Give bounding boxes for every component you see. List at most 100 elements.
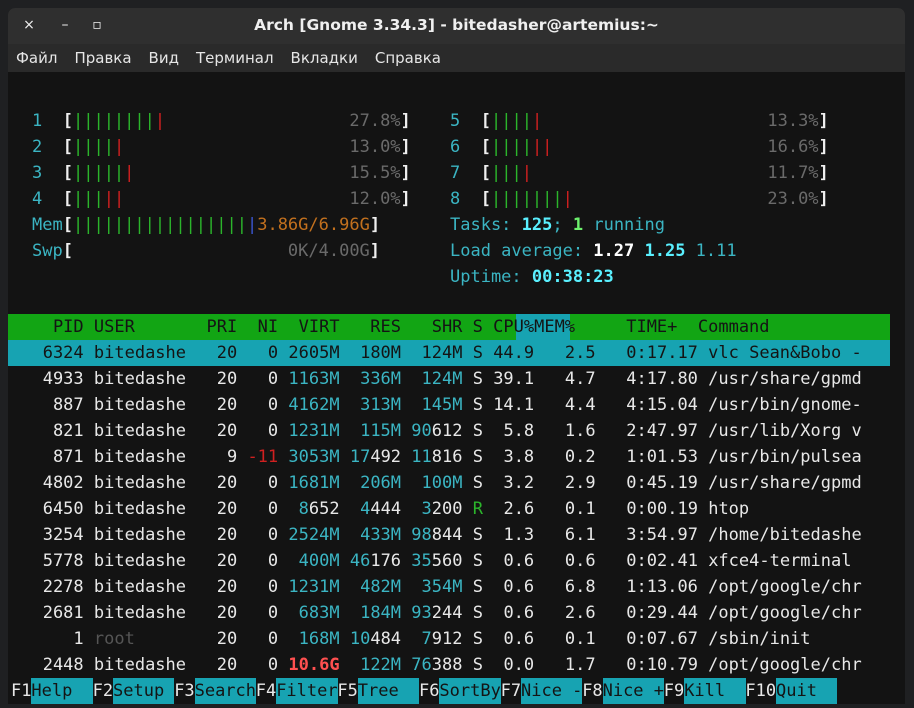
column-header-mem[interactable]: MEM% bbox=[534, 317, 575, 337]
mem-cell: 2.5 bbox=[534, 343, 596, 363]
menu-tabs[interactable]: Вкладки bbox=[291, 49, 358, 67]
menu-help[interactable]: Справка bbox=[375, 49, 441, 67]
ni-cell: 0 bbox=[237, 343, 279, 363]
ni-cell: 0 bbox=[237, 473, 279, 493]
load-15: 1.11 bbox=[695, 241, 737, 261]
res-cell-high: 10 bbox=[349, 629, 371, 649]
cpu-meter: 1 [||||||||| 27.8%] bbox=[32, 108, 411, 134]
table-row[interactable]: 1 root 20 0 168M 10484 7912 S 0.6 0.1 0:… bbox=[12, 626, 811, 652]
title-bar[interactable]: × – ▫ Arch [Gnome 3.34.3] - bitedasher@a… bbox=[8, 8, 905, 44]
fkey-button-sortby[interactable]: SortBy bbox=[439, 678, 501, 704]
res-cell-low: 444 bbox=[370, 499, 402, 519]
fkey-button-quit[interactable]: Quit bbox=[776, 678, 838, 704]
cpu-id: 2 bbox=[32, 137, 43, 157]
user-cell: bitedashe bbox=[83, 395, 197, 415]
column-header-virt[interactable]: VIRT bbox=[278, 317, 340, 337]
mem-cell: 1.7 bbox=[534, 655, 596, 675]
cpu-cell: 0.6 bbox=[482, 551, 535, 571]
cpu-bar-red: | bbox=[531, 111, 543, 131]
user-cell: bitedashe bbox=[83, 655, 197, 675]
column-header-pri[interactable]: PRI bbox=[196, 317, 237, 337]
state-cell: S bbox=[462, 551, 483, 571]
table-row[interactable]: 6324 bitedashe 20 0 2605M 180M 124M S 44… bbox=[12, 340, 862, 366]
state-cell: S bbox=[462, 395, 483, 415]
ni-cell: 0 bbox=[237, 421, 279, 441]
virt-cell: 1681M bbox=[288, 473, 340, 493]
virt-cell: 3053M bbox=[288, 447, 340, 467]
pri-cell: 20 bbox=[196, 577, 238, 597]
meter-bracket: [ bbox=[62, 137, 73, 157]
fkey-button-search[interactable]: Search bbox=[194, 678, 257, 704]
cpu-cell: 0.6 bbox=[482, 577, 535, 597]
state-cell: S bbox=[462, 655, 483, 675]
table-row[interactable]: 4802 bitedashe 20 0 1681M 206M 100M S 3.… bbox=[12, 470, 862, 496]
menu-edit[interactable]: Правка bbox=[74, 49, 131, 67]
fkey-button-kill[interactable]: Kill bbox=[684, 678, 746, 704]
table-row[interactable]: 887 bitedashe 20 0 4162M 313M 145M S 14.… bbox=[12, 392, 862, 418]
ni-cell: -11 bbox=[237, 447, 279, 467]
fkey-button-nice[interactable]: Nice - bbox=[521, 678, 583, 704]
uptime-label: Uptime: bbox=[450, 267, 532, 287]
mem-value: 3.86G/6.96G bbox=[257, 215, 370, 235]
column-header-s[interactable]: S bbox=[462, 317, 483, 337]
table-row[interactable]: 6450 bitedashe 20 0 8652 4444 3200 R 2.6… bbox=[12, 496, 749, 522]
load-1: 1.27 bbox=[593, 241, 645, 261]
shr-cell-high: 11 bbox=[411, 447, 432, 467]
time-cell: 0:17.17 bbox=[595, 343, 698, 363]
cpu-bar-red: | bbox=[113, 137, 125, 157]
table-row[interactable]: 821 bitedashe 20 0 1231M 115M 90612 S 5.… bbox=[12, 418, 862, 444]
shr-cell-high: 98 bbox=[411, 525, 432, 545]
mem-bar-green: ||||||||||||||||| bbox=[72, 215, 247, 235]
fkey-button-tree[interactable]: Tree bbox=[357, 678, 420, 704]
column-header-ni[interactable]: NI bbox=[237, 317, 278, 337]
column-header-user[interactable]: USER bbox=[84, 317, 197, 337]
table-row[interactable]: 871 bitedashe 9 -11 3053M 17492 11816 S … bbox=[12, 444, 862, 470]
pri-cell: 20 bbox=[196, 369, 238, 389]
cpu-id: 4 bbox=[32, 189, 43, 209]
fkey-button-help[interactable]: Help bbox=[31, 678, 93, 704]
state-cell: S bbox=[462, 447, 483, 467]
time-cell: 0:10.79 bbox=[595, 655, 698, 675]
user-cell: bitedashe bbox=[83, 577, 197, 597]
virt-cell: 400M bbox=[298, 551, 340, 571]
table-row[interactable]: 2681 bitedashe 20 0 683M 184M 93244 S 0.… bbox=[12, 600, 862, 626]
table-row[interactable]: 2448 bitedashe 20 0 10.6G 122M 76388 S 0… bbox=[12, 652, 862, 678]
menu-terminal[interactable]: Терминал bbox=[196, 49, 274, 67]
column-header-time[interactable]: TIME+ bbox=[575, 317, 677, 337]
table-row[interactable]: 2278 bitedashe 20 0 1231M 482M 354M S 0.… bbox=[12, 574, 862, 600]
shr-cell-low: 612 bbox=[431, 421, 463, 441]
fkey-button-nice[interactable]: Nice + bbox=[602, 678, 665, 704]
table-row[interactable]: 4933 bitedashe 20 0 1163M 336M 124M S 39… bbox=[12, 366, 862, 392]
terminal-area[interactable]: 1 [||||||||| 27.8%] 2 [||||| 13.0%] 3 [|||… bbox=[8, 72, 905, 704]
meter-bracket: [ bbox=[480, 137, 491, 157]
menu-file[interactable]: Файл bbox=[16, 49, 57, 67]
column-header-cpu[interactable]: CPU% bbox=[483, 317, 534, 337]
cpu-cell: 5.8 bbox=[482, 421, 535, 441]
shr-cell: 124M bbox=[421, 343, 463, 363]
mem-cell: 6.1 bbox=[534, 525, 596, 545]
column-header-shr[interactable]: SHR bbox=[401, 317, 463, 337]
table-row[interactable]: 3254 bitedashe 20 0 2524M 433M 98844 S 1… bbox=[12, 522, 862, 548]
menu-view[interactable]: Вид bbox=[149, 49, 179, 67]
command-cell: /sbin/init bbox=[697, 629, 811, 649]
virt-cell: 1231M bbox=[288, 577, 340, 597]
fkey-button-setup[interactable]: Setup bbox=[113, 678, 175, 704]
swap-label: Swp bbox=[32, 241, 63, 261]
cpu-bar-red: || bbox=[531, 137, 553, 157]
mem-bar-blue: | bbox=[246, 215, 258, 235]
cpu-bar-red: | bbox=[154, 111, 166, 131]
column-header-res[interactable]: RES bbox=[340, 317, 401, 337]
command-cell: /opt/google/chr bbox=[697, 603, 862, 623]
column-header-command[interactable]: Command bbox=[677, 317, 770, 337]
fkey-button-filter[interactable]: Filter bbox=[276, 678, 338, 704]
shr-cell-high: 90 bbox=[411, 421, 432, 441]
column-header-pid[interactable]: PID bbox=[12, 317, 84, 337]
table-row[interactable]: 5778 bitedashe 20 0 400M 46176 35560 S 0… bbox=[12, 548, 852, 574]
